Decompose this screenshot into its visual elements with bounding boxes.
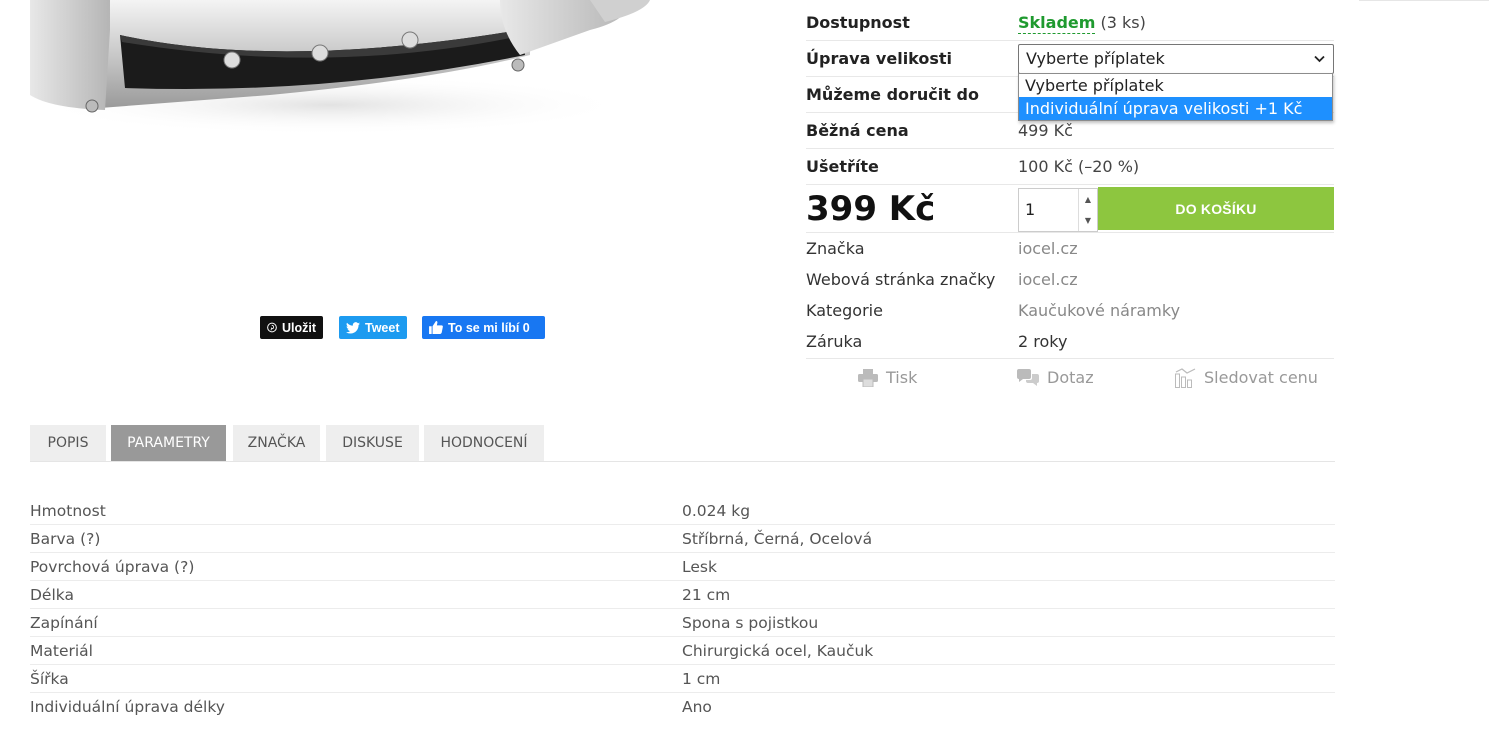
- bar-chart-icon: [1175, 368, 1196, 388]
- detail-label: Záruka: [806, 332, 863, 351]
- delivery-label: Můžeme doručit do: [806, 85, 979, 104]
- tab-parametry[interactable]: PARAMETRY: [111, 425, 226, 461]
- availability-value: Skladem (3 ks): [1018, 5, 1146, 41]
- parameter-value: 1 cm: [682, 670, 721, 688]
- savings-label: Ušetříte: [806, 157, 879, 176]
- watch-price-label: Sledovat cenu: [1204, 368, 1318, 387]
- tab-diskuse[interactable]: DISKUSE: [326, 425, 419, 461]
- parameter-name[interactable]: Barva (?): [30, 525, 100, 553]
- parameter-name: Délka: [30, 586, 74, 604]
- brand-link[interactable]: iocel.cz: [1018, 233, 1078, 264]
- quantity-stepper[interactable]: 1 ▲ ▼: [1018, 188, 1098, 232]
- decrement-arrow-icon[interactable]: ▼: [1079, 210, 1097, 231]
- print-label: Tisk: [886, 368, 918, 387]
- pinterest-save-button[interactable]: Uložit: [260, 316, 323, 339]
- quantity-spinner[interactable]: ▲ ▼: [1078, 189, 1097, 231]
- parameter-row: Délka 21 cm: [30, 581, 1335, 609]
- savings-row: Ušetříte 100 Kč (–20 %): [806, 149, 1334, 185]
- tab-hodnoceni[interactable]: HODNOCENÍ: [424, 425, 544, 461]
- parameter-value: Lesk: [682, 558, 717, 576]
- availability-row: Dostupnost Skladem (3 ks): [806, 5, 1334, 41]
- tab-znacka[interactable]: ZNAČKA: [233, 425, 320, 461]
- increment-arrow-icon[interactable]: ▲: [1079, 189, 1097, 210]
- parameter-row: Materiál Chirurgická ocel, Kaučuk: [30, 637, 1335, 665]
- tweet-button[interactable]: Tweet: [339, 316, 407, 339]
- parameter-value: Spona s pojistkou: [682, 614, 819, 632]
- parameter-row: Povrchová úprava (?) Lesk: [30, 553, 1335, 581]
- parameter-row: Hmotnost 0.024 kg: [30, 497, 1335, 525]
- printer-icon: [858, 369, 878, 387]
- size-adjust-label: Úprava velikosti: [806, 49, 953, 68]
- dropdown-option-selected[interactable]: Individuální úprava velikosti +1 Kč: [1019, 97, 1332, 120]
- detail-row-warranty: Záruka 2 roky: [806, 326, 1334, 357]
- thumbs-up-icon: [429, 321, 443, 334]
- parameter-row: Šířka 1 cm: [30, 665, 1335, 693]
- tweet-label: Tweet: [365, 320, 400, 335]
- parameter-name: Zapínání: [30, 614, 98, 632]
- parameter-value: Stříbrná, Černá, Ocelová: [682, 530, 873, 548]
- parameter-value: 21 cm: [682, 586, 731, 604]
- ask-label: Dotaz: [1047, 368, 1094, 387]
- detail-row-category: Kategorie Kaučukové náramky: [806, 295, 1334, 326]
- in-stock-link[interactable]: Skladem: [1018, 13, 1096, 34]
- regular-price-label: Běžná cena: [806, 121, 909, 140]
- parameter-name: Šířka: [30, 670, 69, 688]
- category-link[interactable]: Kaučukové náramky: [1018, 295, 1180, 326]
- savings-value: 100 Kč (–20 %): [1018, 157, 1140, 176]
- divider: [806, 358, 1334, 359]
- print-link[interactable]: Tisk: [858, 368, 917, 388]
- parameter-row: Individuální úprava délky Ano: [30, 693, 1335, 721]
- pinterest-label: Uložit: [281, 320, 316, 335]
- detail-row-brand: Značka iocel.cz: [806, 233, 1334, 264]
- product-price: 399 Kč: [806, 189, 936, 229]
- facebook-like-button[interactable]: To se mi líbí 0: [422, 316, 545, 339]
- top-border: [1359, 0, 1489, 1]
- detail-label: Webová stránka značky: [806, 270, 996, 289]
- chevron-down-icon: [1314, 45, 1325, 73]
- twitter-bird-icon: [346, 321, 360, 334]
- size-select-value: Vyberte příplatek: [1026, 49, 1165, 68]
- ask-question-link[interactable]: Dotaz: [1017, 368, 1094, 388]
- parameter-name: Materiál: [30, 642, 93, 660]
- size-surcharge-select[interactable]: Vyberte příplatek: [1018, 44, 1334, 74]
- parameter-row: Barva (?) Stříbrná, Černá, Ocelová: [30, 525, 1335, 553]
- detail-label: Značka: [806, 239, 865, 258]
- add-to-cart-button[interactable]: DO KOŠÍKU: [1098, 187, 1334, 230]
- detail-label: Kategorie: [806, 301, 883, 320]
- availability-label: Dostupnost: [806, 13, 910, 32]
- dropdown-option[interactable]: Vyberte příplatek: [1019, 74, 1332, 97]
- parameter-name: Individuální úprava délky: [30, 698, 225, 716]
- chat-bubbles-icon: [1017, 369, 1039, 386]
- brand-website-link[interactable]: iocel.cz: [1018, 264, 1078, 295]
- tabs-divider: [30, 461, 1335, 462]
- stock-count: (3 ks): [1100, 13, 1146, 32]
- watch-price-link[interactable]: Sledovat cenu: [1175, 368, 1318, 388]
- parameter-row: Zapínání Spona s pojistkou: [30, 609, 1335, 637]
- parameter-name[interactable]: Povrchová úprava (?): [30, 553, 194, 581]
- pinterest-icon: [267, 322, 277, 333]
- parameter-value: Ano: [682, 698, 712, 716]
- bracelet-image: [30, 0, 650, 135]
- product-image[interactable]: [30, 0, 780, 150]
- detail-row-brand-website: Webová stránka značky iocel.cz: [806, 264, 1334, 295]
- size-surcharge-dropdown: Vyberte příplatek Individuální úprava ve…: [1018, 73, 1333, 121]
- tab-popis[interactable]: POPIS: [30, 425, 106, 461]
- warranty-value: 2 roky: [1018, 332, 1068, 351]
- parameter-value: 0.024 kg: [682, 502, 751, 520]
- parameter-name: Hmotnost: [30, 502, 106, 520]
- quantity-value: 1: [1025, 200, 1036, 219]
- parameter-value: Chirurgická ocel, Kaučuk: [682, 642, 874, 660]
- facebook-like-label: To se mi líbí 0: [448, 320, 530, 335]
